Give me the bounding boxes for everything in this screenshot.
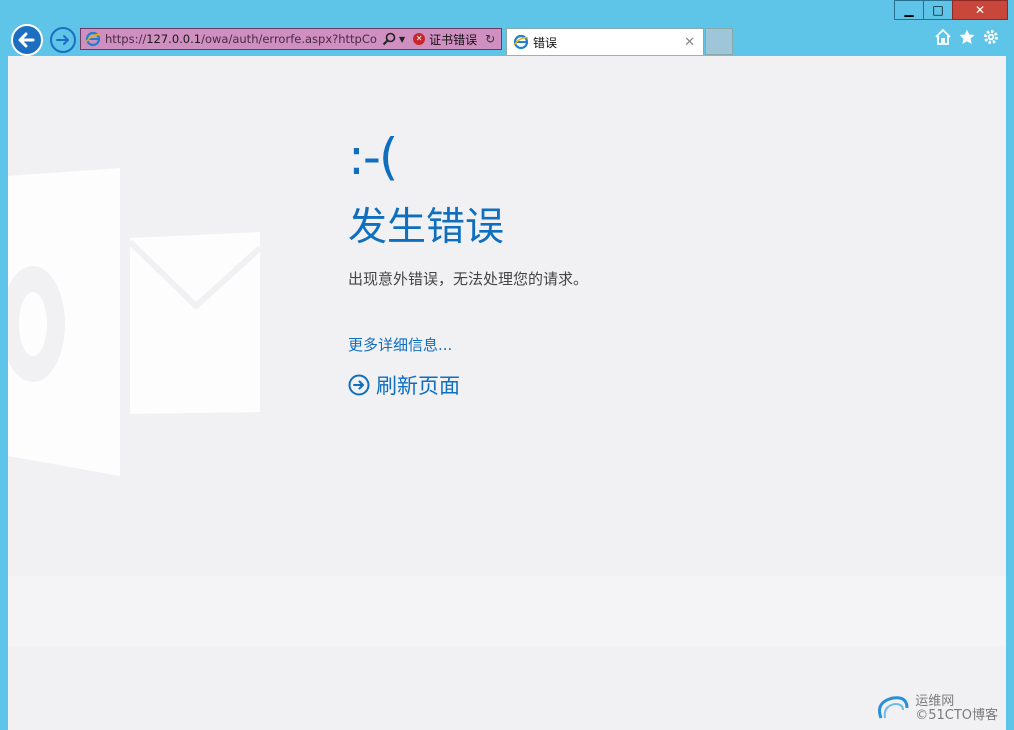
watermark-line2: ©51CTO博客: [915, 708, 998, 723]
page-content: :-( 发生错误 出现意外错误，无法处理您的请求。 更多详细信息... 刷新页面…: [8, 56, 1006, 730]
tab-error[interactable]: 错误 ✕: [506, 28, 704, 55]
certificate-error-label: 证书错误: [429, 32, 478, 47]
tab-close-icon[interactable]: ✕: [684, 35, 695, 50]
tab-label: 错误: [533, 35, 558, 50]
favorites-star-icon[interactable]: [958, 28, 976, 46]
error-description: 出现意外错误，无法处理您的请求。: [348, 270, 589, 288]
address-bar[interactable]: https://127.0.0.1/owa/auth/errorfe.aspx?…: [80, 28, 502, 50]
settings-gear-icon[interactable]: [982, 28, 1000, 46]
ie-icon: [85, 31, 101, 47]
minimize-button[interactable]: ▁: [894, 0, 924, 20]
circle-arrow-right-icon: [348, 374, 370, 396]
forward-icon: [56, 35, 69, 45]
search-dropdown-icon[interactable]: ▼: [399, 35, 405, 44]
back-icon: [18, 32, 35, 48]
refresh-page-label: 刷新页面: [376, 374, 460, 398]
search-icon[interactable]: [381, 31, 397, 47]
refresh-page-link[interactable]: 刷新页面: [348, 370, 460, 400]
window-controls: ▁ □ ✕: [894, 0, 1008, 20]
forward-button[interactable]: [50, 27, 76, 53]
outlook-watermark-logo: [8, 168, 1006, 646]
more-details-link[interactable]: 更多详细信息...: [348, 334, 452, 355]
site-watermark: 运维网 ©51CTO博客: [873, 694, 998, 724]
maximize-button[interactable]: □: [923, 0, 953, 20]
error-x-icon: ✕: [413, 33, 426, 45]
browser-titlebar: ▁ □ ✕ https://127.0.0.1/owa/auth/errorfe…: [0, 0, 1014, 56]
swirl-logo-icon: [878, 696, 909, 719]
back-button[interactable]: [11, 24, 43, 56]
refresh-icon[interactable]: ↻: [485, 32, 495, 46]
page-title: 发生错误: [348, 205, 505, 250]
home-icon[interactable]: [934, 28, 952, 46]
close-button[interactable]: ✕: [952, 0, 1008, 20]
toolbar-icons: [934, 28, 1000, 46]
new-tab-button[interactable]: [705, 28, 733, 55]
url-text[interactable]: https://127.0.0.1/owa/auth/errorfe.aspx?…: [105, 32, 377, 46]
certificate-error[interactable]: ✕ 证书错误: [413, 31, 477, 48]
sad-face-emoticon: :-(: [348, 128, 398, 186]
watermark-line1: 运维网: [915, 694, 955, 709]
ie-icon: [513, 34, 529, 50]
